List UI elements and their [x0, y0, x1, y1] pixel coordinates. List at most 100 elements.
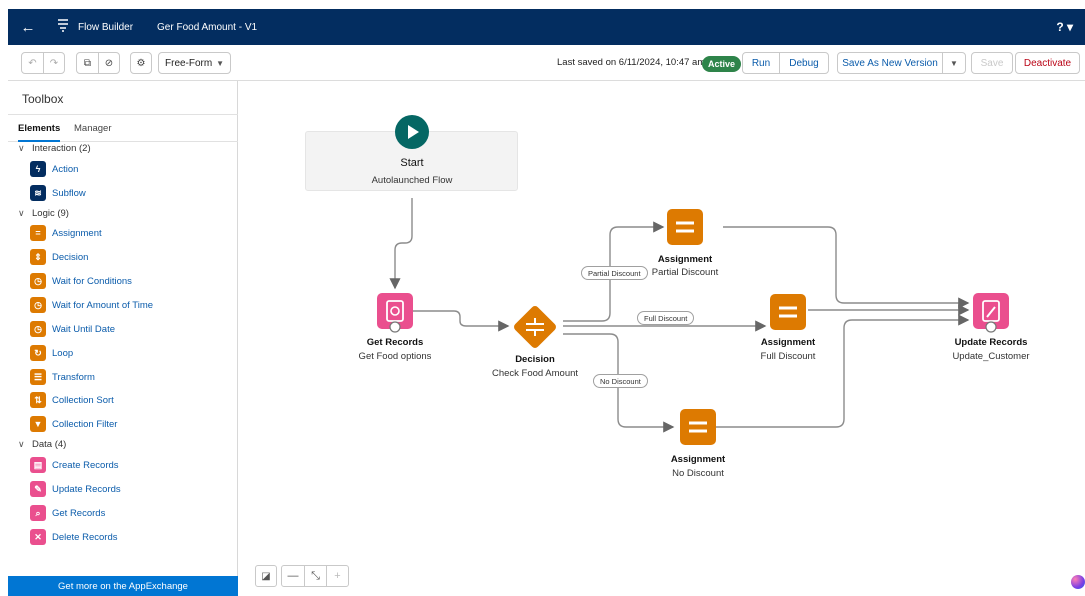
item-label: Wait Until Date	[52, 323, 115, 335]
loop-icon: ↻	[30, 345, 46, 361]
item-label: Collection Sort	[52, 394, 114, 406]
toolbox-item-delete-records[interactable]: ✕ Delete Records	[30, 528, 117, 546]
tab-manager[interactable]: Manager	[74, 123, 112, 134]
run-button[interactable]: Run	[742, 52, 780, 74]
update-records-node-icon[interactable]	[973, 293, 1009, 333]
toolbox-panel: Toolbox Elements Manager ∨ Interaction (2…	[8, 81, 238, 596]
debug-button[interactable]: Debug	[779, 52, 829, 74]
chevron-down-icon: ∨	[18, 439, 25, 449]
assignment-none-title: Assignment	[670, 454, 726, 465]
outcome-full-discount[interactable]: Full Discount	[637, 311, 695, 325]
decision-node-icon[interactable]	[511, 303, 559, 351]
subflow-icon: ≋	[30, 185, 46, 201]
section-data[interactable]: ∨ Data (4)	[18, 439, 66, 450]
update-records-subtitle: Update_Customer	[952, 351, 1030, 362]
save-options-chevron-icon[interactable]: ▼	[942, 52, 966, 74]
assignment-full-node-icon[interactable]	[770, 294, 806, 330]
item-label: Update Records	[52, 483, 121, 495]
last-saved-text: Last saved on 6/11/2024, 10:47 am	[557, 57, 706, 68]
zoom-out-icon[interactable]: —	[282, 566, 304, 586]
assignment-none-subtitle: No Discount	[672, 468, 724, 479]
undo-icon[interactable]: ↶	[22, 53, 43, 73]
chevron-down-icon: ∨	[18, 208, 25, 218]
section-label: Logic (9)	[32, 208, 69, 219]
toolbox-item-transform[interactable]: ☰ Transform	[30, 368, 95, 386]
deactivate-button[interactable]: Deactivate	[1015, 52, 1080, 74]
outcome-partial-discount[interactable]: Partial Discount	[581, 266, 648, 280]
section-interaction[interactable]: ∨ Interaction (2)	[18, 143, 91, 154]
assignment-full-title: Assignment	[760, 337, 816, 348]
get-records-node-icon[interactable]	[377, 293, 413, 333]
update-records-icon: ✎	[30, 481, 46, 497]
assignment-none-node-icon[interactable]	[680, 409, 716, 445]
start-title: Start	[400, 157, 424, 169]
chevron-down-icon: ∨	[18, 143, 25, 153]
toolbox-title: Toolbox	[22, 92, 64, 106]
outcome-no-discount[interactable]: No Discount	[593, 374, 648, 388]
item-label: Action	[52, 163, 79, 175]
toolbox-item-wait-conditions[interactable]: ◷ Wait for Conditions	[30, 272, 132, 290]
toolbox-item-loop[interactable]: ↻ Loop	[30, 344, 73, 362]
item-label: Wait for Conditions	[52, 275, 132, 287]
decision-subtitle: Check Food Amount	[491, 368, 579, 379]
toolbox-item-update-records[interactable]: ✎ Update Records	[30, 480, 121, 498]
tab-elements[interactable]: Elements	[18, 123, 61, 142]
toolbox-item-subflow[interactable]: ≋ Subflow	[30, 184, 86, 202]
toolbox-item-collection-filter[interactable]: ▼ Collection Filter	[30, 415, 117, 433]
toolbox-item-wait-until[interactable]: ◷ Wait Until Date	[30, 320, 115, 338]
item-label: Transform	[52, 371, 95, 383]
flow-canvas[interactable]: Start Autolaunched Flow Get Records Get …	[238, 81, 1085, 596]
lightning-icon: ϟ	[30, 161, 46, 177]
app-name: Flow Builder	[78, 21, 134, 33]
item-label: Loop	[52, 347, 74, 359]
toolbox-item-wait-amount[interactable]: ◷ Wait for Amount of Time	[30, 296, 153, 314]
fit-view-icon[interactable]: ⤡	[304, 566, 326, 586]
transform-icon: ☰	[30, 369, 46, 385]
clock-icon: ◷	[30, 273, 46, 289]
app-header: ← Flow Builder Ger Food Amount - V1 ? ▾	[8, 9, 1085, 45]
item-label: Collection Filter	[52, 418, 118, 430]
item-label: Create Records	[52, 459, 119, 471]
section-label: Interaction (2)	[32, 143, 91, 154]
flow-name: Ger Food Amount - V1	[157, 21, 258, 33]
item-label: Decision	[52, 251, 89, 263]
save-button[interactable]: Save	[971, 52, 1013, 74]
errors-icon[interactable]: ⊘	[98, 53, 119, 73]
flow-builder-icon	[52, 18, 74, 37]
toolbox-item-collection-sort[interactable]: ⇅ Collection Sort	[30, 391, 114, 409]
assignment-partial-subtitle: Partial Discount	[651, 267, 719, 278]
minimap-icon[interactable]: ◪	[255, 565, 277, 587]
settings-gear-icon[interactable]: ⚙	[130, 52, 152, 74]
toolbox-item-get-records[interactable]: ⌕ Get Records	[30, 504, 105, 522]
layout-select[interactable]: Free-Form ▼	[158, 52, 231, 74]
assignment-partial-node-icon[interactable]	[667, 209, 703, 245]
zoom-in-icon[interactable]: +	[326, 566, 348, 586]
section-label: Data (4)	[32, 439, 67, 450]
undo-redo-group: ↶ ↷	[21, 52, 65, 74]
item-label: Subflow	[52, 187, 86, 199]
toolbox-item-create-records[interactable]: ▤ Create Records	[30, 456, 119, 474]
section-logic[interactable]: ∨ Logic (9)	[18, 208, 69, 219]
toolbox-item-action[interactable]: ϟ Action	[30, 160, 78, 178]
help-menu-button[interactable]: ? ▾	[1056, 20, 1073, 34]
sort-icon: ⇅	[30, 392, 46, 408]
save-as-new-version-button[interactable]: Save As New Version	[837, 52, 943, 74]
get-records-icon: ⌕	[30, 505, 46, 521]
appexchange-link[interactable]: Get more on the AppExchange	[8, 576, 238, 596]
chevron-down-icon: ▼	[216, 58, 224, 68]
assignment-icon: =	[30, 225, 46, 241]
redo-icon[interactable]: ↷	[43, 53, 64, 73]
get-records-subtitle: Get Food options	[358, 351, 432, 362]
toolbox-item-assignment[interactable]: = Assignment	[30, 224, 102, 242]
decision-title: Decision	[515, 354, 555, 365]
assignment-partial-title: Assignment	[657, 254, 713, 265]
toolbox-item-decision[interactable]: ⇕ Decision	[30, 248, 88, 266]
assistant-orb-icon[interactable]	[1071, 575, 1085, 589]
create-records-icon: ▤	[30, 457, 46, 473]
play-icon[interactable]	[395, 115, 429, 149]
back-arrow-icon[interactable]: ←	[8, 19, 48, 36]
copy-icon[interactable]: ⧉	[77, 53, 98, 73]
clock-icon: ◷	[30, 297, 46, 313]
item-label: Delete Records	[52, 531, 118, 543]
toolbar: ↶ ↷ ⧉ ⊘ ⚙ Free-Form ▼ Last saved on 6/11…	[8, 45, 1085, 81]
